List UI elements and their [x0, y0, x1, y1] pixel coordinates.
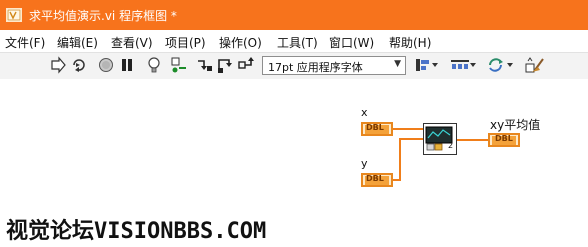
menu-bar: 文件(F) 编辑(E) 查看(V) 项目(P) 操作(O) 工具(T) 窗口(W… [0, 30, 588, 52]
menu-window[interactable]: 窗口(W) [329, 34, 374, 51]
step-into-icon[interactable] [196, 56, 214, 74]
control-label-y[interactable]: y [361, 157, 368, 170]
menu-help[interactable]: 帮助(H) [389, 34, 431, 51]
average-subvi-icon[interactable]: 2 [423, 123, 457, 155]
subvi-number: 2 [448, 141, 454, 150]
wire-y[interactable] [392, 138, 423, 181]
step-over-icon[interactable] [216, 56, 234, 74]
clean-up-diagram-icon[interactable] [524, 56, 546, 74]
font-select[interactable]: 17pt 应用程序字体 ▼ [262, 56, 406, 75]
control-terminal-x[interactable]: DBL [361, 122, 393, 136]
title-bar: 求平均值演示.vi 程序框图 * [0, 0, 588, 30]
menu-edit[interactable]: 编辑(E) [57, 34, 98, 51]
menu-view[interactable]: 查看(V) [111, 34, 153, 51]
block-diagram-canvas[interactable]: x DBL y DBL 2 xy平均值 DBL 视觉论坛VISIONBBS.CO… [0, 79, 588, 247]
distribute-objects-icon[interactable] [449, 56, 477, 74]
menu-file[interactable]: 文件(F) [5, 34, 45, 51]
menu-project[interactable]: 项目(P) [165, 34, 206, 51]
indicator-terminal-xy-average[interactable]: DBL [488, 133, 520, 147]
reorder-icon[interactable] [487, 56, 515, 74]
retain-wire-values-icon[interactable] [170, 56, 188, 74]
labview-app-icon[interactable] [6, 8, 22, 22]
control-label-x[interactable]: x [361, 106, 368, 119]
terminal-type-y: DBL [366, 174, 384, 183]
abort-icon[interactable] [97, 56, 115, 74]
run-continuously-icon[interactable] [70, 56, 88, 74]
indicator-label-xy-average[interactable]: xy平均值 [490, 116, 540, 133]
pause-icon[interactable] [118, 56, 136, 74]
align-objects-icon[interactable] [414, 56, 440, 74]
run-arrow-icon[interactable] [49, 56, 67, 74]
control-terminal-y[interactable]: DBL [361, 173, 393, 187]
chevron-down-icon: ▼ [394, 59, 401, 69]
window-title: 求平均值演示.vi 程序框图 * [29, 9, 177, 23]
step-out-icon[interactable] [237, 56, 255, 74]
menu-tools[interactable]: 工具(T) [277, 34, 318, 51]
watermark-text: 视觉论坛VISIONBBS.COM [6, 219, 267, 244]
menu-operate[interactable]: 操作(O) [219, 34, 262, 51]
toolbar: 17pt 应用程序字体 ▼ [0, 52, 588, 80]
highlight-execution-bulb-icon[interactable] [145, 56, 163, 74]
font-select-value: 17pt 应用程序字体 [268, 61, 363, 74]
terminal-type-indicator: DBL [495, 134, 513, 143]
terminal-type-x: DBL [366, 123, 384, 132]
